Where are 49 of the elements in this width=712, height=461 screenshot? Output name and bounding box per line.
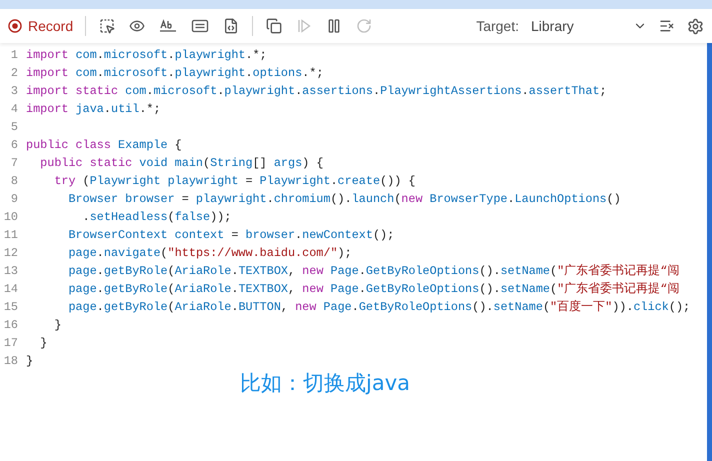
caption-text: 比如：切换成java — [240, 371, 410, 395]
code-line: try (Playwright playwright = Playwright.create()) { — [53, 173, 416, 190]
target-label: Target: — [476, 16, 519, 36]
line-number: 7 — [10, 155, 19, 172]
code-file-icon[interactable] — [223, 18, 240, 34]
line-number: 5 — [10, 119, 19, 136]
line-number: 15 — [2, 299, 19, 316]
line-number: 8 — [10, 173, 19, 190]
record-button[interactable]: Record — [4, 16, 78, 36]
line-number: 1 — [10, 47, 19, 64]
code-line: } — [53, 317, 62, 334]
line-number: 2 — [10, 65, 19, 82]
code-line: public class Example { — [25, 137, 182, 154]
code-line: import static com.microsoft.playwright.assertions.PlaywrightAssertions.assertThat; — [25, 83, 607, 100]
target-select[interactable]: Library — [531, 16, 651, 36]
pause-icon[interactable] — [326, 18, 342, 34]
copy-icon[interactable] — [266, 18, 282, 34]
line-number: 4 — [10, 101, 19, 118]
line-number: 12 — [2, 245, 19, 262]
line-number: 3 — [10, 83, 19, 100]
code-line: import com.microsoft.playwright.*; — [25, 47, 267, 64]
line-number: 10 — [2, 209, 19, 226]
code-line: import java.util.*; — [25, 101, 161, 118]
line-number: 16 — [2, 317, 19, 334]
line-number: 17 — [2, 335, 19, 352]
code-line: public static void main(String[] args) { — [39, 155, 324, 172]
code-line: Browser browser = playwright.chromium().launch(new BrowserType.LaunchOptions() — [67, 191, 621, 208]
eye-icon[interactable] — [129, 18, 146, 34]
code-line: page.getByRole(AriaRole.TEXTBOX, new Page.GetByRoleOptions().setName("广东省委书记再提“闯 — [67, 263, 680, 280]
line-number: 9 — [10, 191, 19, 208]
settings-icon[interactable] — [687, 18, 704, 34]
code-line: page.getByRole(AriaRole.BUTTON, new Page.GetByRoleOptions().setName("百度一下")).click(); — [67, 299, 690, 316]
line-number: 18 — [2, 353, 19, 370]
line-number: 13 — [2, 263, 19, 280]
code-line: .setHeadless(false)); — [82, 209, 232, 226]
code-line: BrowserContext context = browser.newContext(); — [67, 227, 394, 244]
clear-icon[interactable] — [659, 18, 675, 34]
code-line: import com.microsoft.playwright.options.*; — [25, 65, 324, 82]
code-line: page.getByRole(AriaRole.TEXTBOX, new Page.GetByRoleOptions().setName("广东省委书记再提“闯 — [67, 281, 680, 298]
line-number: 14 — [2, 281, 19, 298]
pick-locator-icon[interactable] — [99, 18, 116, 34]
code-line: } — [25, 353, 34, 370]
line-number: 6 — [10, 137, 19, 154]
line-number: 11 — [2, 227, 19, 244]
text-box-icon[interactable] — [191, 18, 210, 34]
code-line: } — [39, 335, 48, 352]
code-line: page.navigate("https://www.baidu.com/"); — [67, 245, 352, 262]
record-icon — [8, 19, 22, 33]
text-ab-icon[interactable] — [159, 18, 178, 34]
